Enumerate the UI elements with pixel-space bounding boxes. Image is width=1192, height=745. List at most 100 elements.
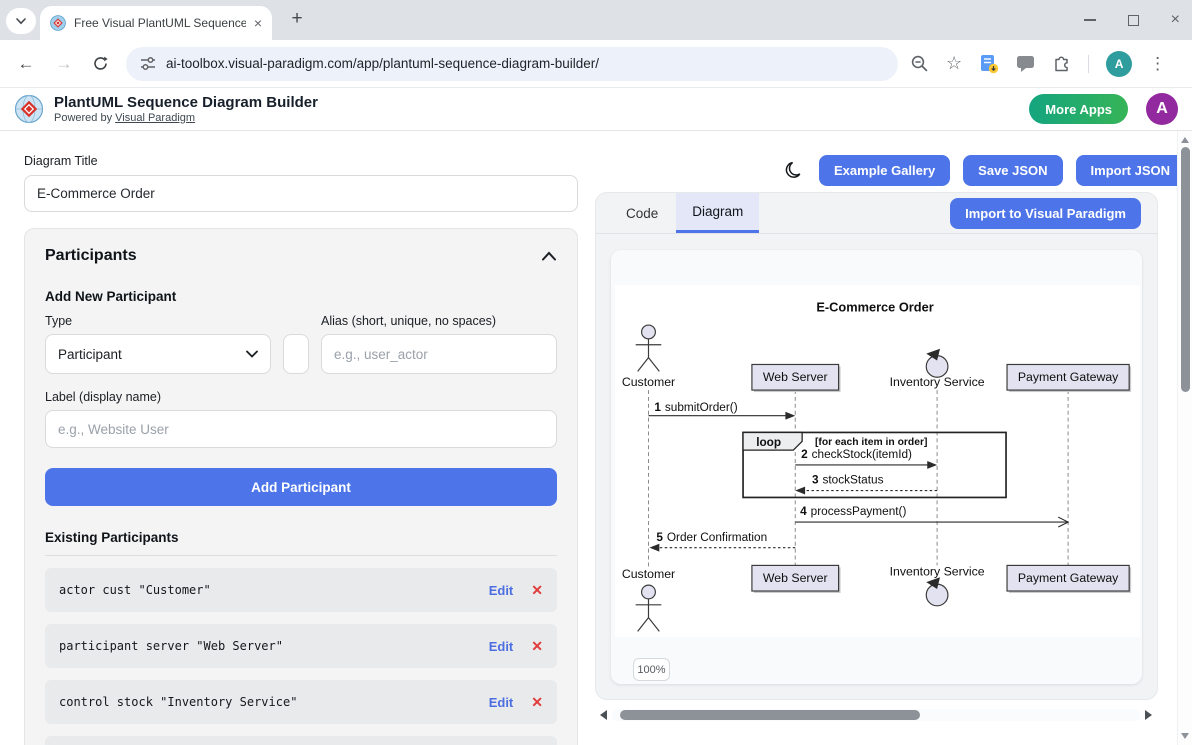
- zoom-level-badge[interactable]: 100%: [633, 658, 670, 681]
- maximize-icon[interactable]: [1128, 15, 1139, 26]
- delete-icon[interactable]: ✕: [531, 694, 543, 711]
- right-controls: Example Gallery Save JSON Import JSON: [782, 155, 1185, 186]
- back-icon[interactable]: ←: [14, 52, 38, 76]
- horizontal-scrollbar[interactable]: [600, 708, 1152, 722]
- participants-header[interactable]: Participants: [45, 247, 557, 265]
- type-field-block: Type Participant: [45, 314, 271, 374]
- svg-text:2checkStock(itemId): 2checkStock(itemId): [801, 447, 912, 461]
- browser-toolbar: ← → ai-toolbox.visual-paradigm.com/app/p…: [0, 40, 1192, 88]
- color-swatch-box[interactable]: [283, 334, 309, 374]
- new-tab-button[interactable]: +: [284, 6, 310, 32]
- diagram-panel: Code Diagram Import to Visual Paradigm E…: [595, 192, 1158, 700]
- edit-link[interactable]: Edit: [489, 695, 514, 710]
- participants-card: Participants Add New Participant Type Pa…: [24, 228, 578, 745]
- diagram-title-input[interactable]: [24, 175, 578, 212]
- delete-icon[interactable]: ✕: [531, 638, 543, 655]
- horizontal-scroll-thumb[interactable]: [620, 710, 920, 720]
- svg-text:5Order Confirmation: 5Order Confirmation: [656, 530, 767, 544]
- example-gallery-button[interactable]: Example Gallery: [819, 155, 950, 186]
- toolbar-separator: [1088, 55, 1089, 73]
- participant-code: actor cust "Customer": [59, 583, 489, 597]
- chevron-up-icon[interactable]: [541, 250, 557, 262]
- import-json-button[interactable]: Import JSON: [1076, 155, 1185, 186]
- display-name-input[interactable]: [45, 410, 557, 448]
- alias-label: Alias (short, unique, no spaces): [321, 314, 557, 328]
- sequence-diagram-canvas: E-Commerce Order Customer: [615, 285, 1140, 637]
- display-name-block: Label (display name): [45, 390, 557, 448]
- browser-titlebar: Free Visual PlantUML Sequence × + ×: [0, 0, 1192, 40]
- svg-text:3stockStatus: 3stockStatus: [812, 473, 884, 487]
- import-to-vp-button[interactable]: Import to Visual Paradigm: [950, 198, 1141, 229]
- scroll-right-arrow-icon[interactable]: [1145, 710, 1152, 720]
- extensions-puzzle-icon[interactable]: [1052, 54, 1071, 73]
- svg-text:4processPayment(): 4processPayment(): [800, 504, 906, 518]
- svg-text:Inventory Service: Inventory Service: [890, 375, 985, 389]
- diagram-viewport[interactable]: E-Commerce Order Customer: [611, 250, 1142, 684]
- diagram-title-text: E-Commerce Order: [816, 299, 933, 314]
- browser-menu-icon[interactable]: ⋮: [1149, 54, 1166, 74]
- dark-mode-toggle[interactable]: [782, 159, 806, 183]
- tab-close-icon[interactable]: ×: [254, 16, 262, 30]
- vertical-scrollbar[interactable]: [1177, 131, 1192, 745]
- participant-row: participant server "Web Server" Edit ✕: [45, 624, 557, 668]
- svg-text:loop: loop: [756, 435, 781, 449]
- scroll-up-arrow-icon[interactable]: [1181, 137, 1189, 143]
- comment-icon[interactable]: [1016, 55, 1035, 72]
- message-3: 3stockStatus: [795, 473, 937, 495]
- app-title: PlantUML Sequence Diagram Builder: [54, 94, 318, 112]
- tune-icon[interactable]: [140, 56, 156, 71]
- scroll-left-arrow-icon[interactable]: [600, 710, 607, 720]
- add-new-participant-heading: Add New Participant: [45, 289, 557, 304]
- visual-paradigm-logo: [14, 94, 44, 124]
- powered-by: Powered by Visual Paradigm: [54, 112, 318, 124]
- participant-type-select[interactable]: Participant: [45, 334, 271, 374]
- tab-code[interactable]: Code: [608, 193, 676, 233]
- message-1: 1submitOrder(): [648, 400, 795, 420]
- chevron-down-icon: [246, 350, 258, 358]
- bookmark-star-icon[interactable]: ☆: [946, 53, 962, 74]
- alias-input[interactable]: [321, 334, 557, 374]
- participant-payment-top: Payment Gateway: [1007, 364, 1131, 392]
- page-content: Diagram Title Participants Add New Parti…: [0, 131, 1192, 745]
- horizontal-scroll-track[interactable]: [612, 709, 1140, 721]
- participant-row: control stock "Inventory Service" Edit ✕: [45, 680, 557, 724]
- more-apps-button[interactable]: More Apps: [1029, 94, 1128, 124]
- participant-form-row: Type Participant Alias (short, unique, n…: [45, 314, 557, 374]
- window-close-icon[interactable]: ×: [1171, 12, 1180, 28]
- existing-participants-heading: Existing Participants: [45, 530, 557, 545]
- tab-diagram[interactable]: Diagram: [676, 193, 759, 233]
- edit-link[interactable]: Edit: [489, 639, 514, 654]
- forward-icon[interactable]: →: [52, 52, 76, 76]
- add-participant-button[interactable]: Add Participant: [45, 468, 557, 506]
- app-header: PlantUML Sequence Diagram Builder Powere…: [0, 88, 1192, 131]
- browser-profile-avatar[interactable]: A: [1106, 51, 1132, 77]
- scroll-down-arrow-icon[interactable]: [1181, 733, 1189, 739]
- svg-text:Payment Gateway: Payment Gateway: [1018, 571, 1119, 585]
- window-controls: ×: [1084, 0, 1180, 40]
- app-user-avatar[interactable]: A: [1146, 93, 1178, 125]
- svg-text:Customer: Customer: [622, 567, 675, 581]
- tab-search-button[interactable]: [6, 8, 36, 34]
- chevron-down-icon: [14, 14, 28, 28]
- minimize-icon[interactable]: [1084, 19, 1096, 21]
- type-label: Type: [45, 314, 271, 328]
- save-json-button[interactable]: Save JSON: [963, 155, 1062, 186]
- message-2: 2checkStock(itemId): [795, 447, 937, 469]
- url-text: ai-toolbox.visual-paradigm.com/app/plant…: [166, 56, 599, 71]
- visual-paradigm-link[interactable]: Visual Paradigm: [115, 112, 195, 124]
- reload-icon[interactable]: [88, 52, 112, 76]
- moon-icon: [784, 161, 804, 181]
- browser-tab[interactable]: Free Visual PlantUML Sequence ×: [40, 6, 272, 40]
- participant-inventory-top: Inventory Service: [890, 349, 985, 389]
- zoom-out-icon[interactable]: [910, 54, 929, 73]
- vertical-scroll-thumb[interactable]: [1181, 147, 1190, 392]
- svg-text:1submitOrder(): 1submitOrder(): [654, 400, 737, 414]
- participant-row: actor cust "Customer" Edit ✕: [45, 568, 557, 612]
- type-selected-value: Participant: [58, 347, 122, 362]
- url-bar[interactable]: ai-toolbox.visual-paradigm.com/app/plant…: [126, 47, 898, 81]
- participant-code: participant server "Web Server": [59, 639, 489, 653]
- reading-list-icon[interactable]: [979, 54, 999, 74]
- participant-customer-bottom: Customer: [622, 567, 675, 631]
- delete-icon[interactable]: ✕: [531, 582, 543, 599]
- edit-link[interactable]: Edit: [489, 583, 514, 598]
